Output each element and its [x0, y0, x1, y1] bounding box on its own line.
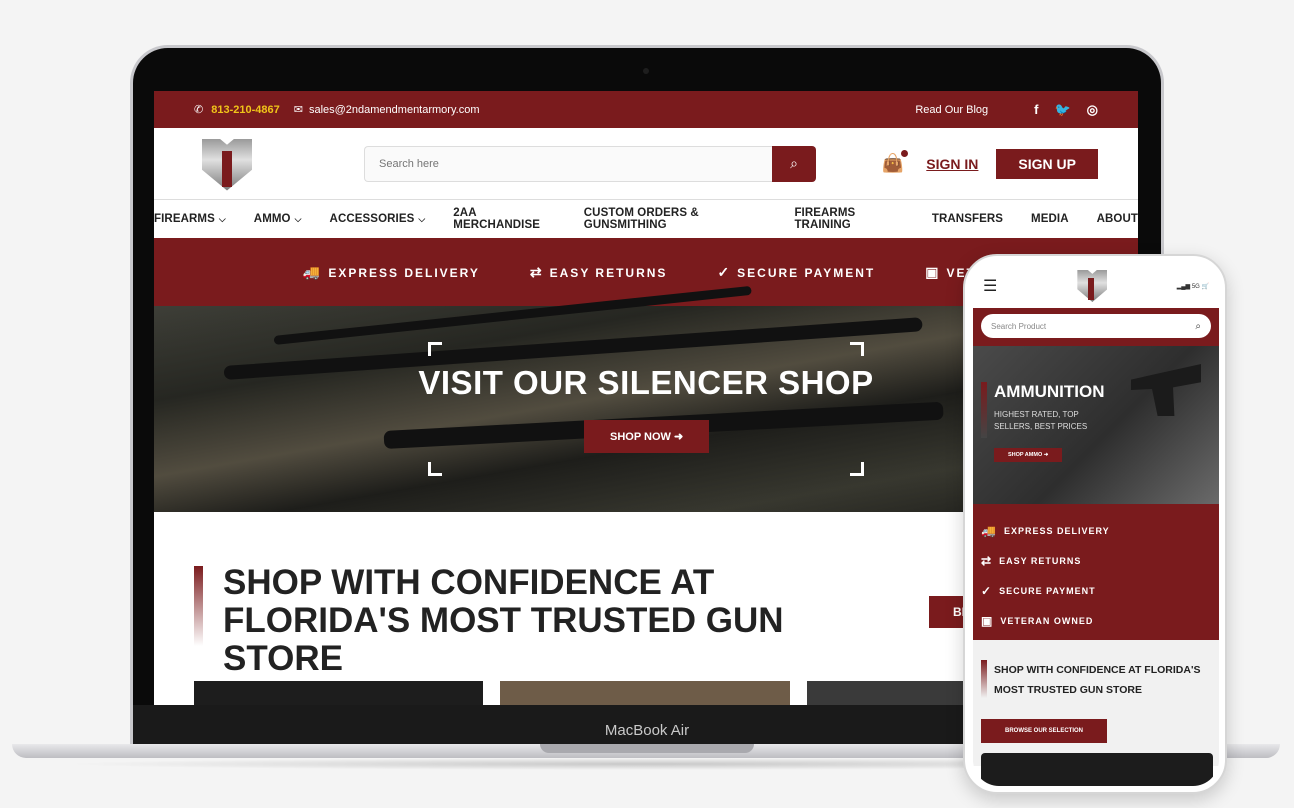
nav-item-label: FIREARMS	[154, 213, 215, 225]
sign-up-button[interactable]: SIGN UP	[996, 148, 1098, 179]
cart-button[interactable]: 👜	[881, 150, 909, 174]
shop-now-button[interactable]: SHOP NOW ➜	[584, 420, 710, 453]
feature-label: EASY RETURNS	[549, 265, 668, 280]
feature-secure-payment: ✓ SECURE PAYMENT	[981, 576, 1211, 606]
nav-item-merchandise[interactable]: 2AA MERCHANDISE	[453, 207, 555, 231]
nav-item-custom-orders[interactable]: CUSTOM ORDERS & GUNSMITHING	[584, 207, 767, 231]
product-thumbnail[interactable]	[807, 681, 967, 705]
chevron-down-icon: ⌵	[418, 214, 426, 224]
search-icon[interactable]: ⌕	[1195, 321, 1201, 332]
feature-express-delivery: 🚚 EXPRESS DELIVERY	[981, 516, 1211, 546]
nav-item-ammo[interactable]: AMMO ⌵	[254, 213, 302, 225]
mobile-logo[interactable]	[1075, 268, 1111, 304]
blog-link[interactable]: Read Our Blog	[915, 104, 988, 116]
check-circle-icon: ✓	[717, 263, 730, 280]
mail-icon: ✉	[293, 104, 303, 116]
pistol-silhouette	[1131, 364, 1201, 416]
mobile-search-placeholder: Search Product	[991, 321, 1047, 331]
mobile-hero-banner: AMMUNITION HIGHEST RATED, TOP SELLERS, B…	[973, 346, 1219, 504]
email-link[interactable]: sales@2ndamendmentarmory.com	[309, 104, 480, 116]
search-icon: ⌕	[790, 155, 798, 171]
search-button[interactable]: ⌕	[772, 145, 816, 182]
returns-icon: ⇄	[981, 554, 992, 568]
shopping-bag-icon: 👜	[881, 153, 905, 173]
chevron-down-icon: ⌵	[294, 214, 302, 224]
product-thumbnail[interactable]	[981, 753, 1213, 786]
frame-corner	[850, 462, 864, 476]
feature-easy-returns: ⇄ EASY RETURNS	[981, 546, 1211, 576]
mobile-header: ☰ ▂▄▆ 5G 🛒	[973, 264, 1219, 308]
shop-ammo-button[interactable]: SHOP AMMO ➜	[994, 448, 1063, 462]
cart-badge	[901, 150, 909, 157]
phone-icon: ✆	[194, 104, 204, 116]
nav-item-training[interactable]: FIREARMS TRAINING	[794, 207, 903, 231]
mobile-website: ☰ ▂▄▆ 5G 🛒 Search Product ⌕ AMMUNITION H…	[973, 264, 1219, 786]
sign-in-link[interactable]: SIGN IN	[926, 156, 978, 172]
frame-corner	[428, 462, 442, 476]
frame-corner	[428, 342, 442, 356]
laptop-notch	[540, 744, 754, 753]
instagram-icon[interactable]: ◎	[1087, 102, 1098, 118]
chevron-down-icon: ⌵	[218, 214, 226, 224]
mobile-confidence-section: SHOP WITH CONFIDENCE AT FLORIDA'S MOST T…	[973, 640, 1219, 786]
device-mockup-stage: MacBook Air ✆ 813-210-4867 ✉ sales@2ndam…	[0, 0, 1294, 808]
feature-veteran-owned: ▣ VETERAN OWNED	[981, 606, 1211, 636]
nav-item-accessories[interactable]: ACCESSORIES ⌵	[330, 213, 426, 225]
main-nav: FIREARMS ⌵ AMMO ⌵ ACCESSORIES ⌵ 2AA MERCHAN…	[154, 200, 1138, 238]
truck-icon: 🚚	[981, 524, 996, 538]
logo-bar-icon	[1088, 278, 1095, 300]
accent-bar	[981, 382, 987, 438]
section-title: SHOP WITH CONFIDENCE AT FLORIDA'S MOST T…	[223, 563, 784, 678]
mobile-feature-list: 🚚 EXPRESS DELIVERY ⇄ EASY RETURNS ✓ SECURE …	[973, 504, 1219, 640]
feature-label: EXPRESS DELIVERY	[328, 265, 480, 280]
feature-express-delivery: 🚚 EXPRESS DELIVERY	[303, 264, 480, 281]
feature-easy-returns: ⇄ EASY RETURNS	[530, 264, 668, 281]
browse-selection-button[interactable]: BROWSE OUR SELECTION	[981, 719, 1108, 743]
site-logo[interactable]	[194, 135, 260, 193]
feature-label: VETERAN OWNED	[1000, 616, 1094, 626]
signal-icon: ▂▄▆	[1176, 283, 1192, 290]
truck-icon: 🚚	[302, 263, 321, 280]
badge-icon: ▣	[981, 614, 993, 628]
nav-item-about[interactable]: ABOUT	[1097, 213, 1138, 225]
phone-number-link[interactable]: 813-210-4867	[211, 104, 280, 116]
feature-label: EASY RETURNS	[999, 556, 1082, 566]
search-form: ⌕	[364, 145, 816, 182]
top-contact-bar: ✆ 813-210-4867 ✉ sales@2ndamendmentarmor…	[154, 91, 1138, 128]
twitter-icon[interactable]: 🐦	[1054, 102, 1070, 118]
mobile-hero-title: AMMUNITION	[994, 382, 1105, 401]
site-header: ⌕ 👜 SIGN IN SIGN UP	[154, 128, 1138, 200]
mobile-hero-subtitle: HIGHEST RATED, TOP SELLERS, BEST PRICES	[994, 410, 1088, 431]
nav-item-label: ACCESSORIES	[329, 213, 415, 225]
nav-item-media[interactable]: MEDIA	[1031, 213, 1069, 225]
network-label: 5G	[1191, 283, 1200, 290]
cart-icon[interactable]: 🛒	[1200, 284, 1209, 290]
mobile-search-bar: Search Product ⌕	[973, 308, 1219, 346]
phone-mockup: ☰ ▂▄▆ 5G 🛒 Search Product ⌕ AMMUNITION H…	[963, 254, 1227, 794]
returns-icon: ⇄	[529, 263, 542, 280]
mobile-search-input[interactable]: Search Product ⌕	[981, 314, 1211, 338]
laptop-camera	[643, 68, 649, 74]
search-input[interactable]	[364, 145, 772, 182]
nav-item-transfers[interactable]: TRANSFERS	[932, 213, 1003, 225]
accent-bar	[981, 660, 987, 698]
product-thumbnail[interactable]	[500, 681, 790, 705]
badge-icon: ▣	[925, 263, 939, 280]
mobile-status: ▂▄▆ 5G 🛒	[1177, 283, 1209, 290]
frame-corner	[850, 342, 864, 356]
nav-item-firearms[interactable]: FIREARMS ⌵	[154, 213, 226, 225]
check-circle-icon: ✓	[981, 584, 992, 598]
logo-bar-icon	[222, 150, 232, 187]
mobile-section-title: SHOP WITH CONFIDENCE AT FLORIDA'S MOST T…	[994, 664, 1201, 696]
facebook-icon[interactable]: f	[1034, 102, 1038, 117]
product-thumbnail[interactable]	[194, 681, 483, 705]
accent-bar	[194, 566, 203, 646]
feature-label: EXPRESS DELIVERY	[1003, 526, 1110, 536]
feature-secure-payment: ✓ SECURE PAYMENT	[717, 264, 875, 281]
hamburger-menu-icon[interactable]: ☰	[983, 276, 997, 296]
feature-label: SECURE PAYMENT	[999, 586, 1096, 596]
nav-item-label: AMMO	[253, 213, 291, 225]
feature-label: SECURE PAYMENT	[737, 265, 876, 280]
